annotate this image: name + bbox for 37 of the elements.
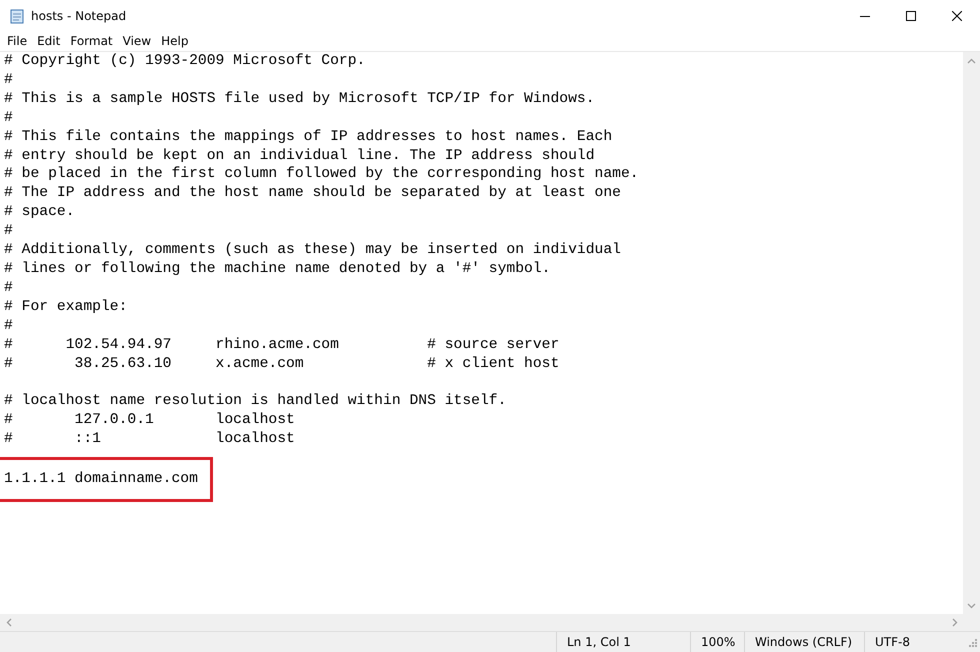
text-line: # This is a sample HOSTS file used by Microsoft TCP/IP for Windows.: [4, 90, 596, 109]
text-line: # 127.0.0.1 localhost: [4, 411, 296, 430]
text-line: # lines or following the machine name denoted by a '#' symbol.: [4, 260, 552, 279]
text-line: # localhost name resolution is handled within DNS itself.: [4, 392, 506, 412]
maximize-icon[interactable]: [906, 10, 916, 20]
menu-item[interactable]: File: [2, 34, 32, 48]
text-line: # space.: [4, 203, 76, 222]
text-line: # be placed in the first column followed by the corresponding host name.: [4, 165, 639, 184]
menu-item[interactable]: Format: [65, 34, 118, 48]
text-line: # 38.25.63.10 x.acme.com # x client host: [4, 354, 560, 374]
vertical-scrollbar[interactable]: [963, 52, 980, 614]
text-line: #: [4, 278, 14, 298]
status-field: UTF-8: [864, 632, 964, 652]
text-line: #: [4, 316, 14, 336]
menu-item[interactable]: Edit: [32, 34, 66, 48]
text-line: # Copyright (c) 1993-2009 Microsoft Corp.: [4, 52, 366, 71]
status-field: Ln 1, Col 1: [556, 632, 690, 652]
menu-item[interactable]: Help: [156, 34, 194, 48]
text-line: # For example:: [4, 298, 128, 317]
menu-item[interactable]: View: [118, 34, 156, 48]
text-line: # ::1 localhost: [4, 430, 296, 450]
text-line: #: [4, 108, 14, 128]
resize-grip-icon[interactable]: [966, 636, 978, 648]
text-line: # This file contains the mappings of IP addresses to host names. Each: [4, 128, 614, 147]
text-line: #: [4, 70, 14, 90]
status-field: Windows (CRLF): [744, 632, 864, 652]
window-title: hosts - Notepad: [31, 8, 126, 22]
text-line: #: [4, 222, 14, 242]
close-icon[interactable]: [952, 10, 962, 20]
text-line: # The IP address and the host name should be separated by at least one: [4, 184, 622, 204]
text-line: 1.1.1.1 domainname.com: [4, 470, 198, 489]
text-line: # entry should be kept on an individual line. The IP address should: [4, 146, 596, 166]
status-field: 100%: [690, 632, 744, 652]
text-line: # 102.54.94.97 rhino.acme.com # source server: [4, 336, 560, 354]
notepad-icon: [9, 8, 25, 24]
text-line: # Additionally, comments (such as these) may be inserted on individual: [4, 241, 622, 260]
horizontal-scrollbar[interactable]: [0, 614, 980, 631]
